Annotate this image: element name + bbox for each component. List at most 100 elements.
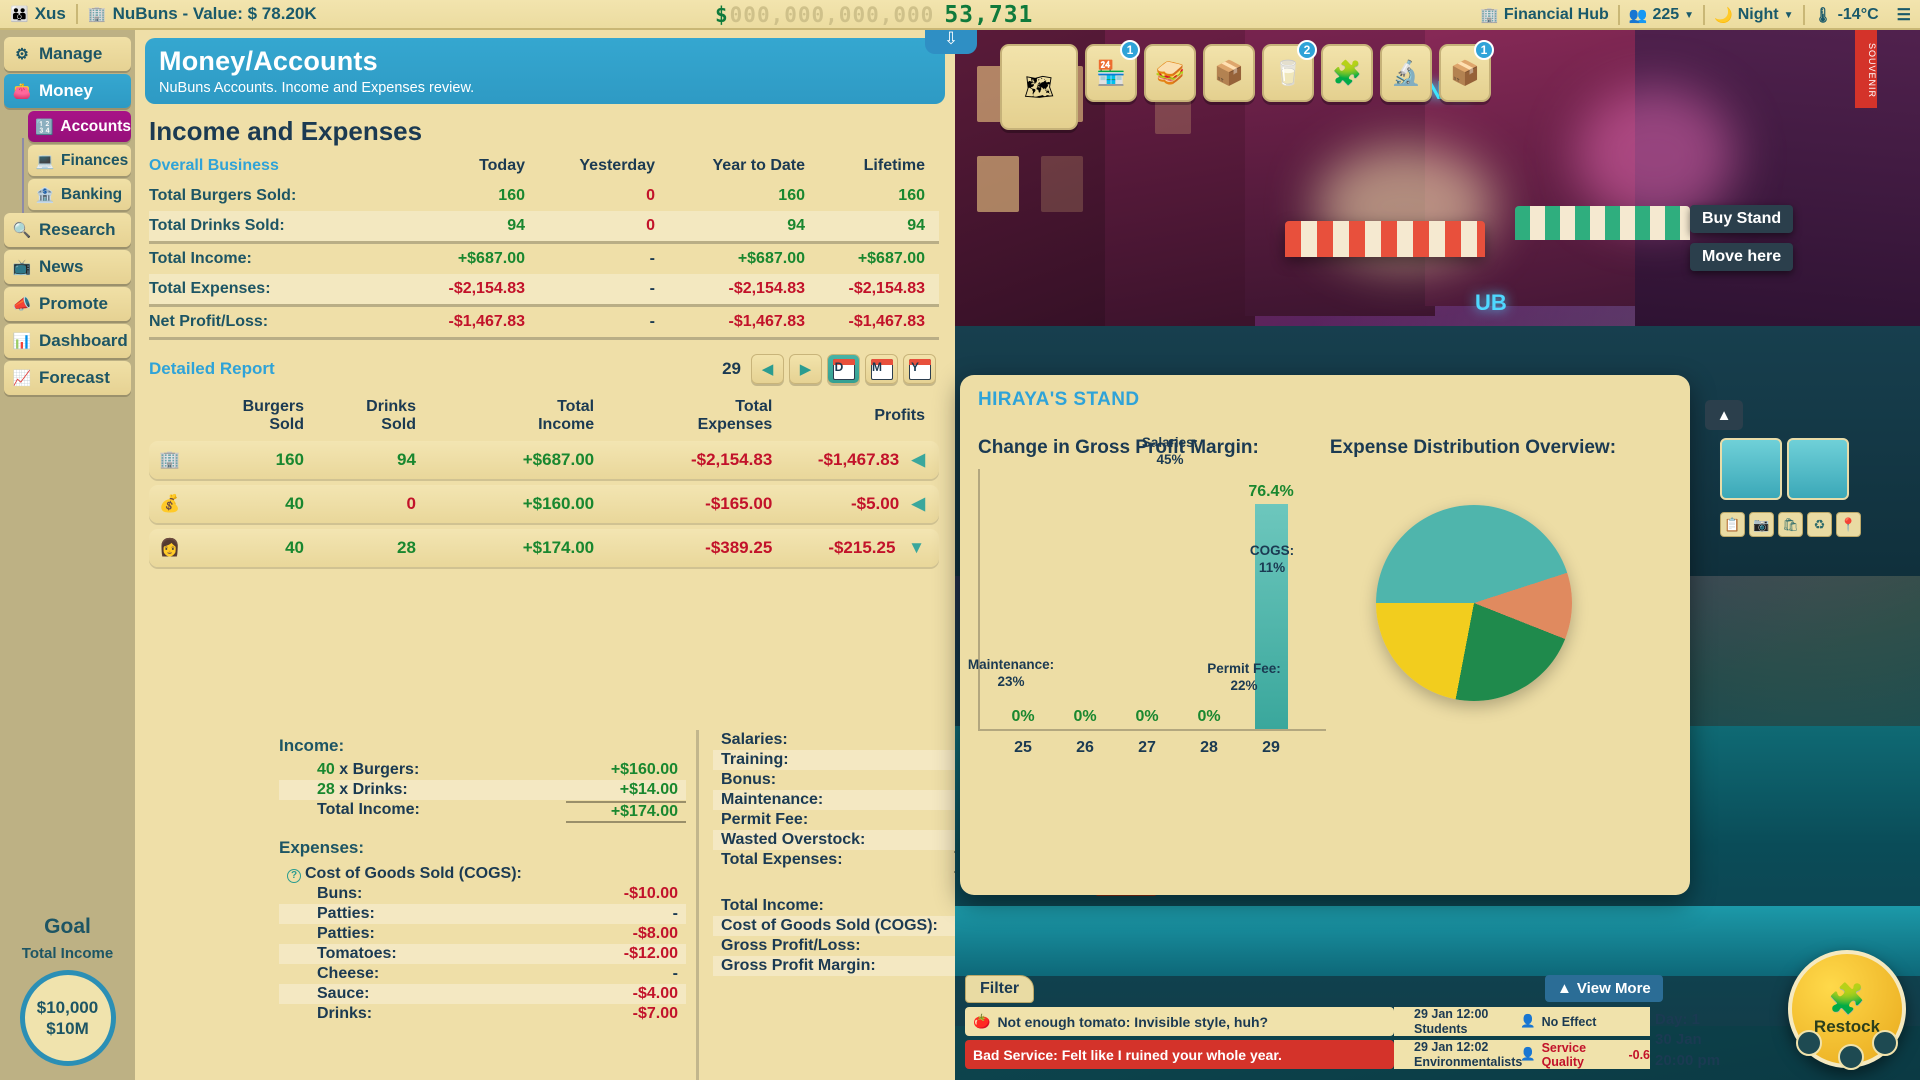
map-tool-button[interactable]: 🗺	[1000, 44, 1078, 130]
chevron-down-icon[interactable]: ▼	[1784, 10, 1794, 21]
avatar[interactable]	[1720, 438, 1782, 500]
cell-yesterday: 0	[646, 187, 655, 204]
line-value: -$8.00	[632, 925, 678, 942]
bar	[1254, 504, 1288, 729]
line-value: -$41.00	[954, 917, 955, 935]
menu-button[interactable]: ☰	[1888, 0, 1920, 30]
move-here-button[interactable]: Move here	[1690, 243, 1794, 271]
panel-header: Money/Accounts NuBuns Accounts. Income a…	[145, 38, 945, 104]
cell-drinks: 28	[317, 528, 430, 567]
camera-icon[interactable]: 📷	[1749, 512, 1774, 537]
chevron-down-icon[interactable]: ▼	[1684, 10, 1694, 21]
sidebar-item-news[interactable]: 📺 News	[4, 250, 131, 284]
speed-button-normal[interactable]	[1838, 1044, 1864, 1070]
bar-column: 0%	[1062, 708, 1108, 729]
sidebar-item-accounts[interactable]: 🔢 Accounts	[28, 111, 131, 142]
package-icon: 📦	[1450, 59, 1480, 87]
sidebar-item-manage[interactable]: ⚙ Manage	[4, 37, 131, 71]
income-header: Income:	[279, 736, 345, 755]
pie-label-maintenance: Maintenance: 23%	[967, 657, 1055, 689]
x-tick-label: 25	[1014, 739, 1032, 756]
box-tool-button[interactable]: 📦	[1203, 44, 1255, 102]
pin-icon[interactable]: 📍	[1836, 512, 1861, 537]
line-label: Gross Profit Margin:	[721, 957, 876, 974]
hamburger-menu-icon[interactable]: ☰	[1897, 5, 1911, 25]
speed-button-fast[interactable]	[1872, 1030, 1898, 1056]
cube-icon: 🧩	[1332, 59, 1362, 87]
expand-panel-button[interactable]: ▲	[1705, 400, 1743, 430]
column-header-total-expenses: Total Expenses	[697, 398, 773, 434]
sidebar-item-forecast[interactable]: 📈 Forecast	[4, 361, 131, 395]
event-text: Bad Service: Felt like I ruined your who…	[973, 1046, 1282, 1063]
table-row[interactable]: 🏢 160 94 +$687.00 -$2,154.83 -$1,467.83 …	[149, 440, 939, 479]
expense-line: Bonus: -	[713, 770, 955, 790]
line-value: +$174.00	[566, 801, 686, 823]
table-row: Net Profit/Loss: -$1,467.83 - -$1,467.83…	[149, 307, 939, 337]
stand-tool-button[interactable]: 🏪 1	[1085, 40, 1140, 102]
box-icon: 📦	[1214, 59, 1244, 87]
sidebar-item-finances[interactable]: 💻 Finances	[28, 145, 131, 176]
research-tool-button[interactable]: 🔬	[1380, 44, 1432, 102]
event-row[interactable]: 🍅 Not enough tomato: Invisible style, hu…	[965, 1005, 1650, 1038]
drink-tool-button[interactable]: 🥛 2	[1262, 40, 1317, 102]
counter-tool-button[interactable]: 🥪	[1144, 44, 1196, 102]
population-indicator[interactable]: 👥 225 ▼	[1620, 0, 1703, 30]
goal-progress-circle[interactable]: $10,000 $10M	[19, 970, 116, 1066]
help-icon[interactable]: ?	[287, 869, 301, 883]
detailed-report-link[interactable]: Detailed Report	[149, 359, 722, 379]
y-axis	[978, 469, 980, 731]
prev-period-button[interactable]: ◀	[751, 354, 784, 384]
cogs-header-line[interactable]: ? Cost of Goods Sold (COGS):	[279, 864, 686, 884]
sidebar-subitem-label: Finances	[61, 151, 129, 169]
basket-icon[interactable]: 🛍	[1778, 512, 1803, 537]
line-label: Drinks:	[317, 1005, 373, 1022]
location-indicator[interactable]: 🏢 Financial Hub	[1471, 0, 1618, 30]
badge-count: 1	[1474, 40, 1494, 60]
view-more-button[interactable]: ▲ View More	[1545, 975, 1663, 1002]
speed-button-slow[interactable]	[1796, 1030, 1822, 1056]
filter-button[interactable]: Filter	[965, 975, 1035, 1003]
event-row[interactable]: Bad Service: Felt like I ruined your who…	[965, 1038, 1650, 1071]
event-effect: 👤 Service Quality -0.6	[1512, 1040, 1650, 1069]
staff-portraits	[1720, 438, 1849, 500]
package-tool-button[interactable]: 📦 1	[1439, 40, 1494, 102]
expand-row-icon[interactable]: ◀	[912, 450, 925, 469]
clipboard-icon[interactable]: 📋	[1720, 512, 1745, 537]
restock-button[interactable]: 🧩 Restock	[1788, 950, 1906, 1070]
cell-burgers: 40	[206, 528, 318, 567]
cell-lifetime: 160	[898, 187, 925, 204]
next-period-button[interactable]: ▶	[789, 354, 822, 384]
recycle-icon[interactable]: ♻	[1807, 512, 1832, 537]
effect-icon: 👤	[1520, 1047, 1536, 1061]
map-icon: 🗺	[1023, 73, 1055, 101]
cell-yesterday: -	[649, 313, 655, 330]
player-profile[interactable]: 👪 Xus	[0, 0, 76, 29]
period-month-button[interactable]: M	[865, 354, 898, 384]
time-of-day-indicator[interactable]: 🌙 Night ▼	[1705, 0, 1802, 30]
profit-value: -$5.00	[850, 493, 900, 513]
sidebar-item-dashboard[interactable]: 📊 Dashboard	[4, 324, 131, 358]
gear-icon: ⚙	[15, 46, 29, 63]
buy-stand-button[interactable]: Buy Stand	[1690, 205, 1794, 233]
sidebar-item-promote[interactable]: 📣 Promote	[4, 287, 131, 321]
sidebar-item-banking[interactable]: 🏦 Banking	[28, 179, 131, 210]
avatar[interactable]	[1787, 438, 1849, 500]
expand-row-icon[interactable]: ◀	[912, 494, 925, 513]
cell-profit: -$215.25 ▼	[786, 528, 939, 567]
cell-lifetime: +$687.00	[857, 250, 925, 267]
table-row[interactable]: 💰 40 0 +$160.00 -$165.00 -$5.00 ◀	[149, 484, 939, 523]
sidebar-item-research[interactable]: 🔍 Research	[4, 213, 131, 247]
accounts-panel: Money/Accounts NuBuns Accounts. Income a…	[135, 30, 955, 1080]
period-year-button[interactable]: Y	[903, 354, 936, 384]
cube-tool-button[interactable]: 🧩	[1321, 44, 1373, 102]
company-info[interactable]: 🏢 NuBuns - Value: $ 78.20K	[78, 0, 327, 29]
collapse-row-icon[interactable]: ▼	[908, 538, 925, 557]
table-row[interactable]: 👩 40 28 +$174.00 -$389.25 -$215.25 ▼	[149, 528, 939, 567]
expense-line: Permit Fee: -$84.00	[713, 810, 955, 830]
cell-yesterday: -	[649, 250, 655, 267]
x-axis	[978, 729, 1326, 731]
temperature-label: -14°C	[1837, 6, 1879, 23]
chevron-double-down-icon: ⇩	[943, 29, 959, 48]
sidebar-item-money[interactable]: 👛 Money	[4, 74, 131, 108]
period-day-button[interactable]: D	[827, 354, 860, 384]
